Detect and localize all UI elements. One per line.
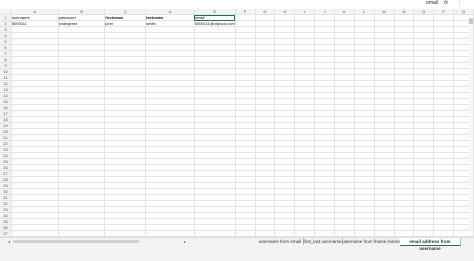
cell-d37[interactable] (145, 230, 195, 237)
function-icon[interactable]: fx (444, 0, 448, 6)
name-box[interactable]: email (426, 0, 438, 6)
sheet-tab[interactable]: first_last username (303, 238, 343, 245)
cell-e2[interactable]: 5000111@cityccd.com (194, 20, 236, 27)
horizontal-scroll-thumb[interactable] (13, 240, 139, 243)
cell-l37[interactable] (354, 230, 375, 237)
cell-p37[interactable] (433, 230, 455, 237)
vertical-scrollbar[interactable] (469, 18, 473, 233)
spreadsheet-grid: ABCDEFGHIJKLMNOPQ 1 username password first… (0, 9, 474, 237)
scroll-right-icon[interactable]: ▸ (184, 239, 186, 244)
sheet-table: ABCDEFGHIJKLMNOPQ 1 username password first… (0, 9, 474, 237)
sheet-tab[interactable]: username from email (257, 238, 304, 245)
cell-e37[interactable] (194, 230, 236, 237)
vertical-scroll-thumb[interactable] (469, 18, 473, 24)
sheet-tab-bar: ◂ ▸ username from email first_last userna… (0, 237, 474, 261)
cell-f37[interactable] (235, 230, 256, 237)
scroll-left-icon[interactable]: ◂ (8, 239, 10, 244)
formula-bar: email fx ⋮ (0, 0, 474, 9)
cell-a37[interactable] (11, 230, 59, 237)
cell-k37[interactable] (334, 230, 355, 237)
cell-o37[interactable] (413, 230, 435, 237)
sheet-tab[interactable]: email address from username (400, 238, 461, 251)
cell-i37[interactable] (294, 230, 316, 237)
expand-formula-bar-icon[interactable]: ⋮ (457, 0, 462, 6)
table-row: 37 (0, 230, 474, 237)
cell-b37[interactable] (58, 230, 106, 237)
cell-c37[interactable] (104, 230, 147, 237)
sheet-tab[interactable]: username from fname lname (342, 238, 401, 245)
cell-g37[interactable] (255, 230, 276, 237)
row-header[interactable]: 37 (0, 230, 12, 237)
cell-j37[interactable] (314, 230, 335, 237)
horizontal-scrollbar[interactable]: ◂ ▸ (8, 239, 188, 244)
cell-h37[interactable] (274, 230, 296, 237)
cell-n37[interactable] (394, 230, 415, 237)
cell-m37[interactable] (374, 230, 395, 237)
